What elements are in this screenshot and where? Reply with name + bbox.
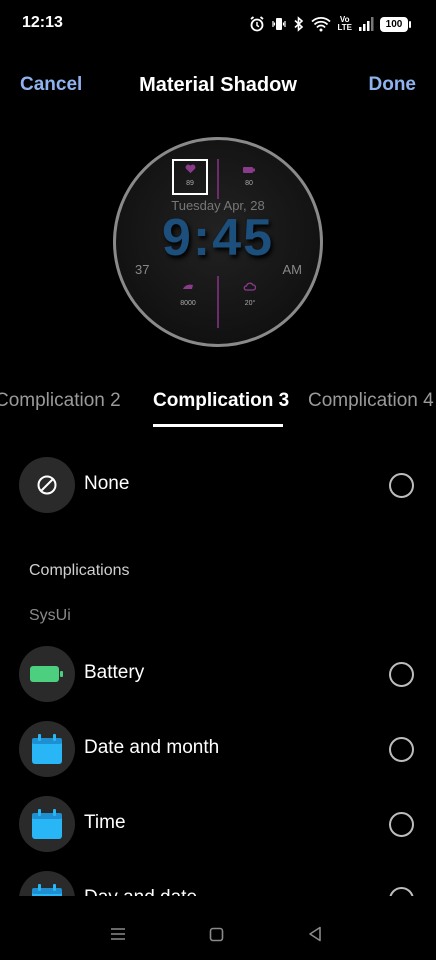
steps-icon	[183, 284, 193, 289]
section-title: Complications	[29, 562, 130, 579]
tab-complication-3[interactable]: Complication 3	[153, 390, 289, 412]
watch-face-preview: 89 80 Tuesday Apr, 28 9:45 37 AM 8000 20…	[113, 137, 323, 347]
watch-time: 9:45	[161, 209, 275, 267]
complication-value: 20°	[244, 300, 256, 307]
list-item-label: Battery	[84, 662, 145, 683]
status-time: 12:13	[22, 14, 63, 31]
home-button[interactable]	[204, 922, 228, 946]
none-icon-container	[19, 457, 75, 513]
bluetooth-icon	[294, 16, 304, 32]
calendar-icon	[32, 734, 62, 764]
done-button[interactable]: Done	[369, 74, 417, 96]
status-bar: 12:13 Vo LTE 100	[0, 0, 436, 48]
watch-ampm: AM	[282, 262, 303, 277]
watch-divider	[217, 159, 219, 199]
wifi-icon	[311, 17, 332, 32]
status-icons: Vo LTE 100	[249, 14, 411, 34]
list-item-label: None	[84, 473, 130, 494]
battery-icon	[30, 666, 63, 682]
battery-icon	[243, 167, 255, 173]
watch-left-value: 37	[135, 262, 150, 277]
weather-icon	[243, 282, 256, 291]
battery-icon-container	[19, 646, 75, 702]
heart-icon	[185, 164, 196, 174]
battery-indicator: 100	[380, 16, 411, 32]
list-item-label: Time	[84, 812, 126, 833]
top-bar: Cancel Material Shadow Done	[0, 62, 436, 110]
list-item-time[interactable]: Time	[0, 795, 436, 855]
list-item-label: Date and month	[84, 737, 220, 758]
navigation-bar	[0, 908, 436, 960]
radio-button[interactable]	[389, 737, 414, 762]
complication-value: 8000	[180, 300, 196, 307]
watch-divider	[217, 276, 219, 328]
calendar-icon-container	[19, 796, 75, 852]
complication-value: 80	[245, 180, 253, 187]
tab-complication-2[interactable]: Complication 2	[0, 390, 121, 412]
radio-button[interactable]	[389, 812, 414, 837]
list-item-none[interactable]: None	[0, 456, 436, 516]
menu-icon	[111, 928, 125, 940]
home-icon	[209, 927, 223, 941]
tab-underline	[153, 424, 283, 427]
back-button[interactable]	[303, 922, 327, 946]
list-item-battery[interactable]: Battery	[0, 645, 436, 705]
calendar-icon-container	[19, 721, 75, 777]
complication-tabs: Complication 2 Complication 3 Complicati…	[0, 386, 436, 428]
vibrate-icon	[272, 18, 287, 30]
radio-button[interactable]	[389, 473, 414, 498]
volte-indicator: Vo LTE	[337, 15, 352, 32]
back-icon	[309, 926, 321, 942]
list-clip	[0, 896, 436, 908]
block-icon	[37, 475, 57, 495]
radio-button[interactable]	[389, 662, 414, 687]
complication-value: 89	[186, 180, 194, 187]
alarm-icon	[250, 16, 265, 32]
tab-complication-4[interactable]: Complication 4	[308, 390, 434, 412]
calendar-icon	[32, 809, 62, 839]
section-source: SysUi	[29, 607, 71, 624]
list-item-date-and-month[interactable]: Date and month	[0, 720, 436, 780]
signal-icon	[359, 17, 374, 31]
menu-button[interactable]	[106, 922, 130, 946]
